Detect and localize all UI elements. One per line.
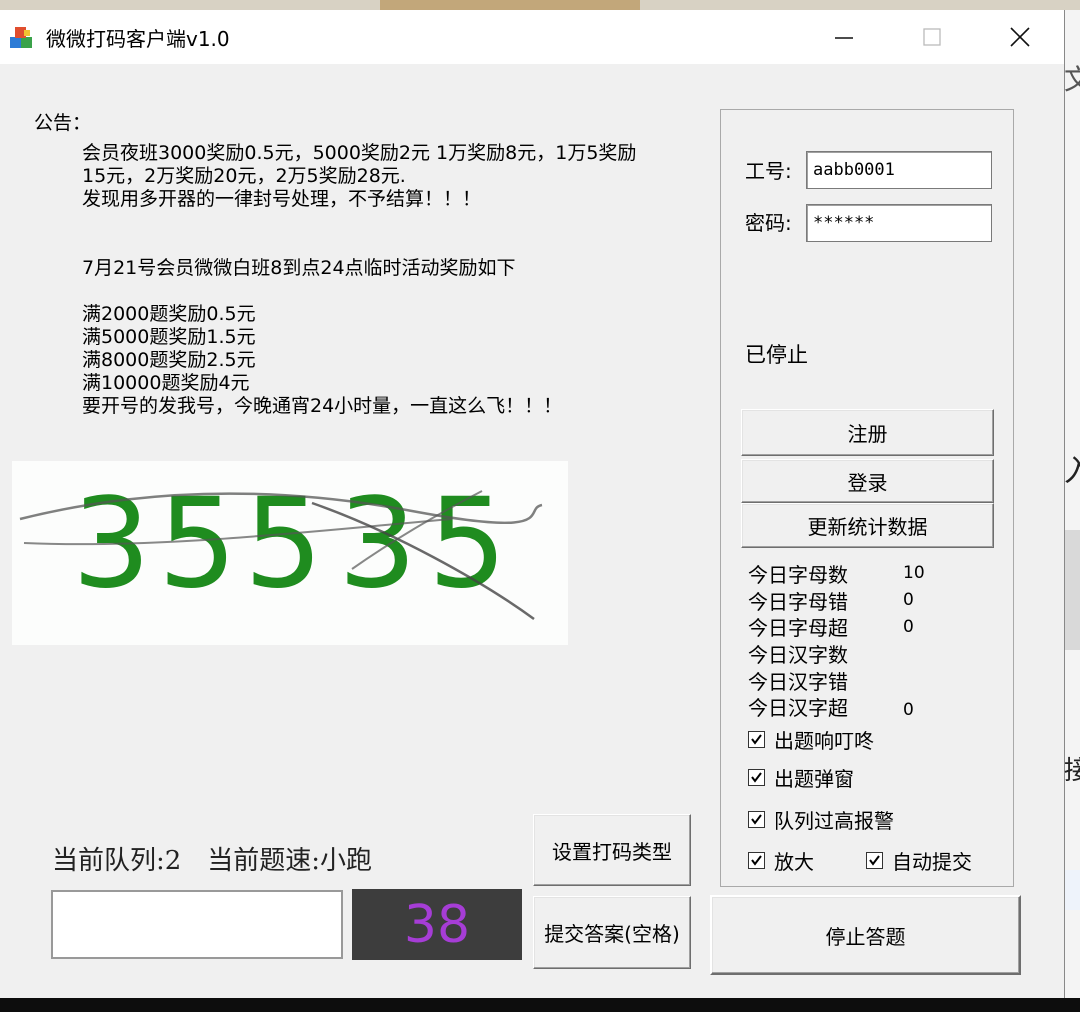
checkbox-checked-icon xyxy=(866,852,883,869)
notice-line: 满8000题奖励2.5元 xyxy=(82,349,256,371)
notice-line: 满10000题奖励4元 xyxy=(82,372,250,394)
background-text-fragment: 文 xyxy=(1064,63,1080,96)
background-window-fragment xyxy=(380,0,640,10)
stat-label: 今日字母超 xyxy=(748,616,848,640)
stat-label: 今日汉字超 xyxy=(748,696,848,720)
minimize-icon xyxy=(835,37,853,39)
popup-checkbox-label: 出题弹窗 xyxy=(774,767,854,791)
auto-submit-checkbox[interactable]: 自动提交 xyxy=(866,846,972,875)
notice-line: 会员夜班3000奖励0.5元，5000奖励2元 1万奖励8元，1万5奖励 xyxy=(82,142,637,164)
app-cubes-icon xyxy=(8,24,36,52)
notice-text: 会员夜班3000奖励0.5元，5000奖励2元 1万奖励8元，1万5奖励 15元… xyxy=(82,142,702,418)
employee-id-label: 工号: xyxy=(745,159,792,183)
register-button[interactable]: 注册 xyxy=(741,409,994,456)
queue-speed-info: 当前队列:2 当前题速:小跑 xyxy=(52,846,373,876)
notice-spacer xyxy=(82,234,702,257)
checkbox-checked-icon xyxy=(748,731,765,748)
submit-answer-button[interactable]: 提交答案(空格) xyxy=(533,896,691,969)
password-input[interactable] xyxy=(806,204,992,242)
popup-checkbox[interactable]: 出题弹窗 xyxy=(748,763,854,792)
answer-input[interactable] xyxy=(51,890,343,959)
notice-spacer xyxy=(82,280,702,303)
app-window: 微微打码客户端v1.0 公告： 会员夜班3000奖励0.5元，5000奖励2元 … xyxy=(0,10,1065,998)
close-icon xyxy=(1010,27,1030,47)
notice-line: 发现用多开器的一律封号处理，不予结算！！！ xyxy=(82,188,482,210)
sound-checkbox[interactable]: 出题响叮咚 xyxy=(748,725,874,754)
notice-label: 公告： xyxy=(34,112,92,134)
stat-value: 0 xyxy=(903,617,914,637)
stop-answering-button[interactable]: 停止答题 xyxy=(710,895,1021,975)
maximize-icon xyxy=(923,28,941,46)
window-title: 微微打码客户端v1.0 xyxy=(46,27,230,51)
desktop-background-right xyxy=(1064,10,1080,1000)
password-label: 密码: xyxy=(745,211,792,235)
stat-value: 0 xyxy=(903,590,914,610)
background-window-fragment xyxy=(1064,530,1080,650)
stat-label: 今日汉字错 xyxy=(748,670,848,694)
background-window-fragment xyxy=(1064,870,1080,910)
notice-spacer xyxy=(82,211,702,234)
desktop-background-top xyxy=(0,0,1080,10)
close-button[interactable] xyxy=(976,10,1064,64)
employee-id-input[interactable] xyxy=(806,151,992,189)
stat-label: 今日字母错 xyxy=(748,590,848,614)
background-text-fragment: 入 xyxy=(1064,454,1080,486)
zoom-checkbox[interactable]: 放大 xyxy=(748,846,814,875)
notice-line: 7月21号会员微微白班8到点24点临时活动奖励如下 xyxy=(82,257,516,279)
stat-value: 10 xyxy=(903,563,925,583)
sound-checkbox-label: 出题响叮咚 xyxy=(774,729,874,753)
checkbox-checked-icon xyxy=(748,852,765,869)
queue-alarm-checkbox[interactable]: 队列过高报警 xyxy=(748,805,894,834)
zoom-checkbox-label: 放大 xyxy=(774,850,814,874)
stat-label: 今日汉字数 xyxy=(748,643,848,667)
checkbox-checked-icon xyxy=(748,769,765,786)
login-button[interactable]: 登录 xyxy=(741,459,994,503)
stat-value: 0 xyxy=(903,700,914,720)
minimize-button[interactable] xyxy=(800,10,888,64)
auto-submit-checkbox-label: 自动提交 xyxy=(892,850,972,874)
captcha-digit: 5 xyxy=(428,472,507,616)
taskbar-edge xyxy=(0,998,1080,1012)
stat-label: 今日字母数 xyxy=(748,563,848,587)
title-bar[interactable]: 微微打码客户端v1.0 xyxy=(0,10,1064,64)
captcha-image: 3 5 5 3 5 xyxy=(12,461,568,645)
checkbox-checked-icon xyxy=(748,811,765,828)
maximize-button[interactable] xyxy=(888,10,976,64)
notice-line: 满5000题奖励1.5元 xyxy=(82,326,256,348)
set-captcha-type-button[interactable]: 设置打码类型 xyxy=(533,814,691,886)
notice-line: 要开号的发我号，今晚通宵24小时量，一直这么飞！！！ xyxy=(82,395,563,417)
status-text: 已停止 xyxy=(745,343,808,367)
notice-line: 15元，2万奖励20元，2万5奖励28元. xyxy=(82,165,406,187)
counter-display: 38 xyxy=(352,889,522,960)
notice-line: 满2000题奖励0.5元 xyxy=(82,303,256,325)
background-text-fragment: 接 xyxy=(1064,756,1080,786)
refresh-stats-button[interactable]: 更新统计数据 xyxy=(741,503,994,548)
queue-alarm-checkbox-label: 队列过高报警 xyxy=(774,809,894,833)
